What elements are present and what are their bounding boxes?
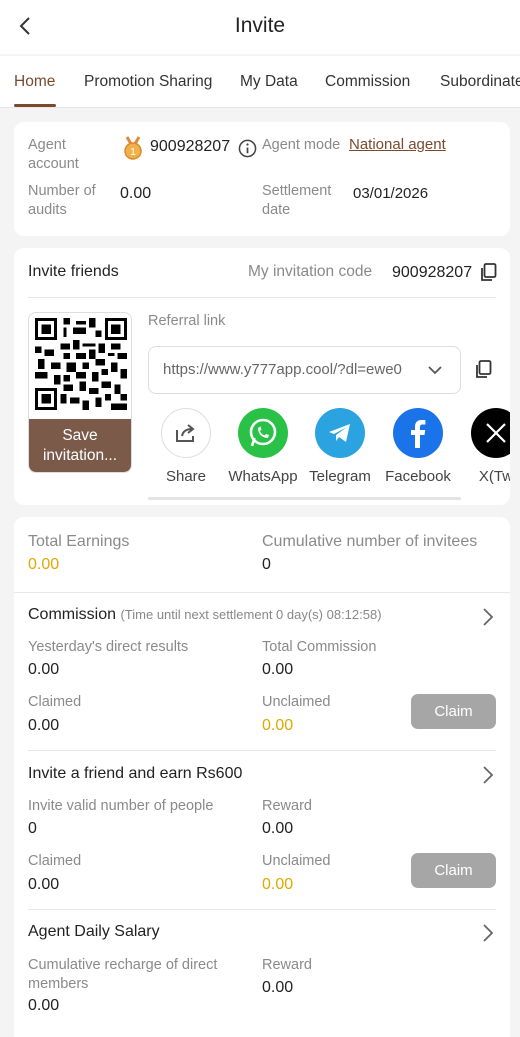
save-invitation-label: Save invitation... <box>42 427 118 464</box>
share-option-telegram[interactable]: Telegram <box>300 408 380 485</box>
commission-unclaimed-label: Unclaimed <box>262 694 331 710</box>
invite-divider <box>28 297 496 298</box>
daily-salary-title: Agent Daily Salary <box>28 923 160 940</box>
agent-mode-label: Agent mode <box>262 137 341 153</box>
referral-link-select[interactable]: https://www.y777app.cool/?dl=ewe0 <box>148 346 461 394</box>
whatsapp-icon <box>238 408 288 458</box>
agent-account-value: 900928207 <box>150 138 231 155</box>
whatsapp-label: WhatsApp <box>228 468 298 485</box>
direct-recharge-value: 0.00 <box>28 997 60 1014</box>
referral-link-url: https://www.y777app.cool/?dl=ewe0 <box>163 361 402 378</box>
facebook-label: Facebook <box>385 468 451 485</box>
friend-reward-label: Reward <box>262 798 312 814</box>
commission-chevron-icon[interactable] <box>481 607 495 627</box>
audits-label: Number of audits <box>28 183 96 218</box>
total-earnings-label: Total Earnings <box>28 533 130 550</box>
commission-claim-button[interactable]: Claim <box>411 694 496 729</box>
qr-code-image <box>35 318 127 410</box>
earnings-card: Total Earnings 0.00 Cumulative number of… <box>14 517 510 1037</box>
agent-account-label: Agent account <box>28 137 79 172</box>
settlement-date-label: Settlement date <box>262 183 332 218</box>
friend-claimed-value: 0.00 <box>28 876 60 893</box>
share-option-facebook[interactable]: Facebook <box>378 408 458 485</box>
tab-bar: Home Promotion Sharing My Data Commissio… <box>0 56 520 108</box>
invite-card: Invite friends My invitation code 900928… <box>14 248 510 505</box>
commission-claimed-label: Claimed <box>28 694 82 710</box>
svg-text:1: 1 <box>130 147 136 158</box>
friend-reward-chevron-icon[interactable] <box>481 765 495 785</box>
x-twitter-label: X(Tw <box>478 468 510 485</box>
share-option-share[interactable]: Share <box>146 408 226 485</box>
tab-home[interactable]: Home <box>14 73 55 91</box>
tab-my-data[interactable]: My Data <box>240 73 298 91</box>
total-commission-label: Total Commission <box>262 639 377 655</box>
commission-timer: (Time until next settlement 0 day(s) 08:… <box>120 607 382 622</box>
friend-unclaimed-value: 0.00 <box>262 876 294 893</box>
friend-reward-value: 0.00 <box>262 820 294 837</box>
top-bar: Invite <box>0 0 520 54</box>
qr-code-box: Save invitation... <box>28 312 132 473</box>
save-invitation-button[interactable]: Save invitation... <box>29 419 131 472</box>
yesterday-results-label: Yesterday's direct results <box>28 639 189 655</box>
total-earnings-value: 0.00 <box>28 556 60 573</box>
share-scrollbar[interactable] <box>148 497 461 500</box>
tab-promotion-sharing[interactable]: Promotion Sharing <box>84 73 212 91</box>
facebook-icon <box>393 408 443 458</box>
share-option-whatsapp[interactable]: WhatsApp <box>223 408 303 485</box>
valid-invites-label: Invite valid number of people <box>28 798 214 814</box>
active-tab-indicator <box>14 104 56 107</box>
commission-title-text: Commission <box>28 606 117 623</box>
salary-reward-label: Reward <box>262 957 312 973</box>
invitation-code-value: 900928207 <box>392 264 473 281</box>
commission-claimed-value: 0.00 <box>28 717 60 734</box>
total-commission-value: 0.00 <box>262 661 294 678</box>
valid-invites-value: 0 <box>28 820 37 837</box>
x-twitter-icon <box>471 408 510 458</box>
friend-claim-button[interactable]: Claim <box>411 853 496 888</box>
copy-link-icon[interactable] <box>475 360 492 379</box>
referral-link-label: Referral link <box>148 313 226 329</box>
daily-salary-chevron-icon[interactable] <box>481 923 495 943</box>
info-icon[interactable] <box>238 139 257 158</box>
friend-claimed-label: Claimed <box>28 853 82 869</box>
friend-reward-divider <box>28 909 496 910</box>
commission-title: Commission (Time until next settlement 0… <box>28 606 382 624</box>
audits-value: 0.00 <box>120 185 152 202</box>
telegram-icon <box>315 408 365 458</box>
settlement-date-value: 03/01/2026 <box>353 185 429 202</box>
yesterday-results-value: 0.00 <box>28 661 60 678</box>
tab-subordinate[interactable]: Subordinate <box>440 73 520 91</box>
copy-code-icon[interactable] <box>480 263 497 282</box>
share-row: Share WhatsApp Telegram Facebook X(Tw <box>146 408 510 488</box>
telegram-label: Telegram <box>309 468 371 485</box>
salary-reward-value: 0.00 <box>262 979 294 996</box>
agent-mode-value[interactable]: National agent <box>349 136 446 153</box>
agent-info-card: Agent account 1 900928207 Agent mode Nat… <box>14 122 510 236</box>
agent-badge-icon: 1 <box>124 136 142 160</box>
share-icon <box>161 408 211 458</box>
invite-friends-title: Invite friends <box>28 263 119 280</box>
invitees-value: 0 <box>262 556 271 573</box>
invitation-code-label: My invitation code <box>248 263 373 280</box>
page-title: Invite <box>234 14 286 37</box>
direct-recharge-label: Cumulative recharge of direct members <box>28 957 218 992</box>
chevron-down-icon <box>428 366 442 375</box>
invitees-label: Cumulative number of invitees <box>262 533 478 550</box>
share-option-x[interactable]: X(Tw <box>456 408 510 485</box>
commission-divider <box>28 750 496 751</box>
share-label: Share <box>165 468 207 485</box>
earnings-divider <box>14 592 510 593</box>
tab-commission[interactable]: Commission <box>325 73 410 91</box>
friend-unclaimed-label: Unclaimed <box>262 853 331 869</box>
friend-reward-title: Invite a friend and earn Rs600 <box>28 765 243 782</box>
commission-unclaimed-value: 0.00 <box>262 717 294 734</box>
